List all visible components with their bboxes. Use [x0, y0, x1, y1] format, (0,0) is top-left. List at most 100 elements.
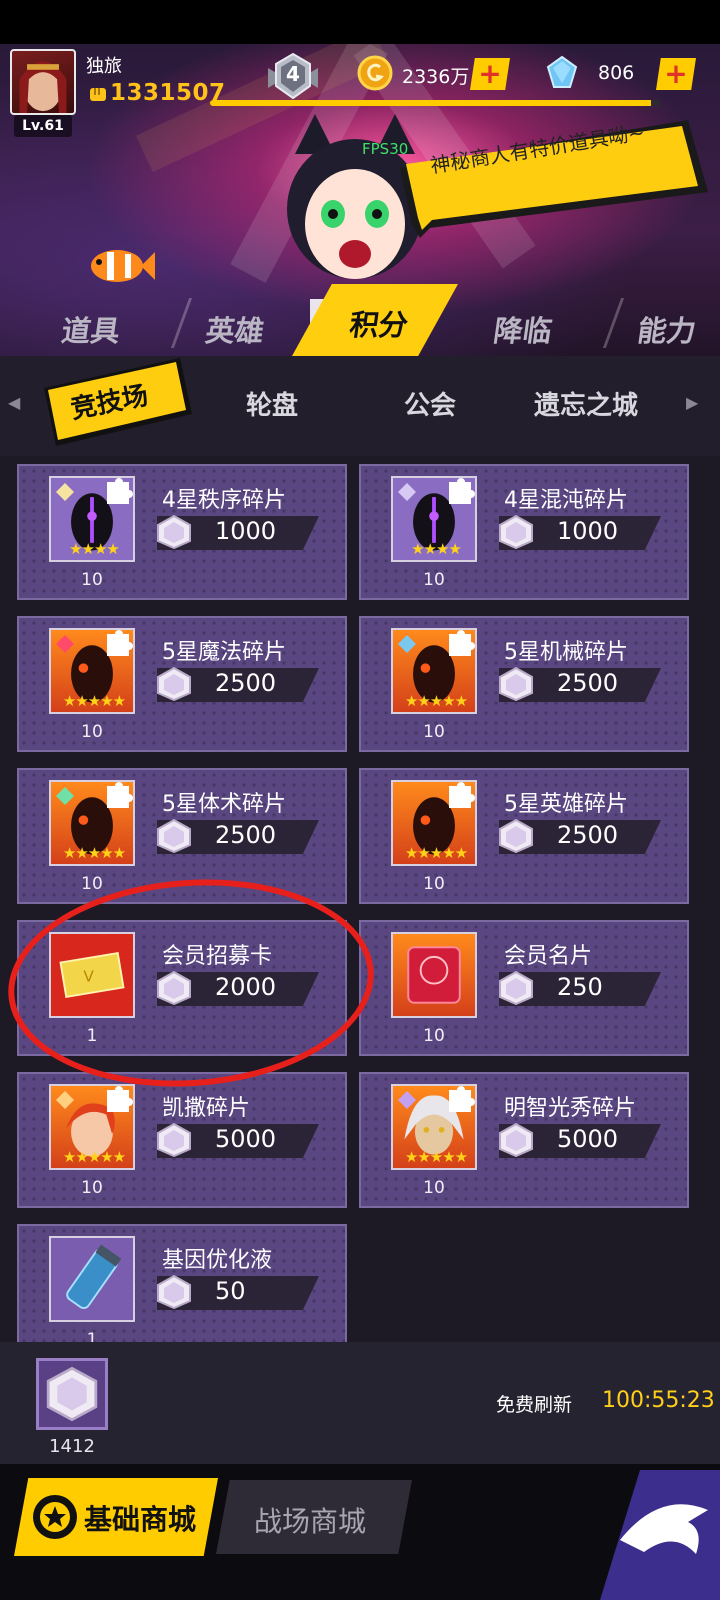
rank-number: 4: [286, 62, 300, 86]
shadow-hero-shard-icon: ★★★★: [391, 476, 477, 562]
arena-token-icon: [499, 514, 533, 550]
shop-item-card[interactable]: ★★★★★ 10 明智光秀碎片 5000: [359, 1072, 689, 1208]
shop-item-card[interactable]: ★★★★★ 10 5星魔法碎片 2500: [17, 616, 347, 752]
top-status-band: [0, 0, 720, 44]
item-price: 250: [557, 973, 603, 1001]
item-title: 凯撒碎片: [162, 1096, 251, 1121]
basic-shop-label: 基础商城: [84, 1503, 197, 1536]
free-refresh-label[interactable]: 免费刷新: [496, 1390, 572, 1417]
gold-amount: 2336万: [402, 66, 470, 88]
tab-battlefield-shop[interactable]: 战场商城: [216, 1480, 412, 1554]
akechi-hero-portrait-icon: ★★★★★: [391, 1084, 477, 1170]
faction-emblem-icon: [56, 1091, 74, 1109]
tab-items[interactable]: 道具: [59, 308, 123, 350]
caesar-hero-portrait-icon: ★★★★★: [49, 1084, 135, 1170]
refresh-timer: 100:55:23: [602, 1388, 715, 1413]
faction-emblem-icon: [398, 635, 416, 653]
puzzle-piece-icon: [107, 478, 133, 504]
puzzle-piece-icon: [107, 630, 133, 656]
arena-points-icon: [36, 1358, 108, 1430]
diamond-gem-icon: [546, 55, 578, 88]
clownfish-icon: [91, 250, 155, 282]
item-title: 5星体术碎片: [162, 792, 286, 817]
sub-tab-guild[interactable]: 公会: [404, 385, 456, 422]
shop-item-card[interactable]: ★★★★★ 10 5星英雄碎片 2500: [359, 768, 689, 904]
exp-progress-bar: [210, 100, 660, 106]
tab-descent[interactable]: 降临: [491, 308, 555, 350]
arena-token-icon: [157, 1274, 191, 1310]
back-shark-icon[interactable]: [600, 1470, 720, 1600]
item-price: 2500: [557, 669, 619, 697]
item-price: 2500: [215, 821, 277, 849]
puzzle-piece-icon: [107, 782, 133, 808]
exp-progress-fill: [210, 100, 651, 106]
star-rating: ★★★★★: [404, 692, 468, 710]
item-quantity: 10: [423, 1178, 445, 1198]
item-price: 50: [215, 1277, 246, 1305]
tab-points[interactable]: 积分: [347, 302, 411, 344]
item-quantity: 10: [423, 722, 445, 742]
star-rating: ★★★★★: [404, 1148, 468, 1166]
item-price: 2500: [215, 669, 277, 697]
arena-token-icon: [499, 1122, 533, 1158]
vip-namecard-icon: [391, 932, 477, 1018]
shop-item-card[interactable]: 1 基因优化液 50: [17, 1224, 347, 1342]
star-rating: ★★★★★: [62, 844, 126, 862]
item-title: 5星英雄碎片: [504, 792, 628, 817]
sub-tabs-right-arrow-icon[interactable]: ▶: [686, 393, 698, 412]
shadow-hero-shard-icon: ★★★★★: [391, 628, 477, 714]
add-gold-button[interactable]: +: [470, 58, 510, 90]
shop-emblem-icon: [33, 1495, 77, 1539]
star-rating: ★★★★★: [62, 692, 126, 710]
tab-ability[interactable]: 能力: [635, 308, 699, 350]
item-title: 基因优化液: [162, 1248, 273, 1273]
tab-basic-shop[interactable]: 基础商城: [14, 1478, 218, 1556]
puzzle-piece-icon: [449, 630, 475, 656]
item-quantity: 10: [81, 722, 103, 742]
tab-heroes[interactable]: 英雄: [203, 308, 267, 350]
puzzle-piece-icon: [449, 1086, 475, 1112]
shop-item-card[interactable]: ★★★★ 10 4星混沌碎片 1000: [359, 464, 689, 600]
player-level: Lv.61: [14, 115, 72, 137]
sub-tab-wheel[interactable]: 轮盘: [246, 385, 298, 422]
faction-emblem-icon: [398, 483, 416, 501]
item-price: 1000: [215, 517, 277, 545]
add-gems-button[interactable]: +: [656, 58, 696, 90]
gem-amount: 806: [598, 62, 635, 84]
faction-emblem-icon: [56, 635, 74, 653]
item-quantity: 10: [423, 874, 445, 894]
puzzle-piece-icon: [449, 782, 475, 808]
player-avatar[interactable]: [10, 49, 76, 115]
item-quantity: 10: [81, 570, 103, 590]
arena-token-icon: [157, 818, 191, 854]
item-title: 5星魔法碎片: [162, 640, 286, 665]
arena-token-icon: [157, 1122, 191, 1158]
arena-token-icon: [157, 514, 191, 550]
gold-coin-icon: [357, 55, 393, 91]
shop-item-card[interactable]: 10 会员名片 250: [359, 920, 689, 1056]
combat-power: 1331507: [110, 80, 226, 106]
item-quantity: 10: [81, 1178, 103, 1198]
battlefield-shop-label: 战场商城: [254, 1505, 367, 1538]
player-name: 独旅: [86, 56, 122, 77]
faction-emblem-icon: [398, 1091, 416, 1109]
sub-tab-forgotten-city[interactable]: 遗忘之城: [534, 385, 638, 422]
shop-item-card[interactable]: ★★★★★ 10 5星机械碎片 2500: [359, 616, 689, 752]
sub-tabs-left-arrow-icon[interactable]: ◀: [8, 393, 20, 412]
star-rating: ★★★★: [411, 540, 462, 558]
item-title: 5星机械碎片: [504, 640, 628, 665]
shop-item-card[interactable]: ★★★★ 10 4星秩序碎片 1000: [17, 464, 347, 600]
rank-badge[interactable]: 4: [268, 52, 318, 100]
arena-token-icon: [499, 818, 533, 854]
shop-item-card[interactable]: ★★★★★ 10 凯撒碎片 5000: [17, 1072, 347, 1208]
shadow-hero-shard-icon: ★★★★★: [391, 780, 477, 866]
item-title: 4星混沌碎片: [504, 488, 628, 513]
star-rating: ★★★★★: [404, 844, 468, 862]
item-quantity: 10: [423, 1026, 445, 1046]
star-rating: ★★★★★: [62, 1148, 126, 1166]
item-title: 明智光秀碎片: [504, 1096, 637, 1121]
item-price: 5000: [557, 1125, 619, 1153]
star-rating: ★★★★: [69, 540, 120, 558]
arena-token-icon: [157, 666, 191, 702]
arena-token-icon: [499, 970, 533, 1006]
